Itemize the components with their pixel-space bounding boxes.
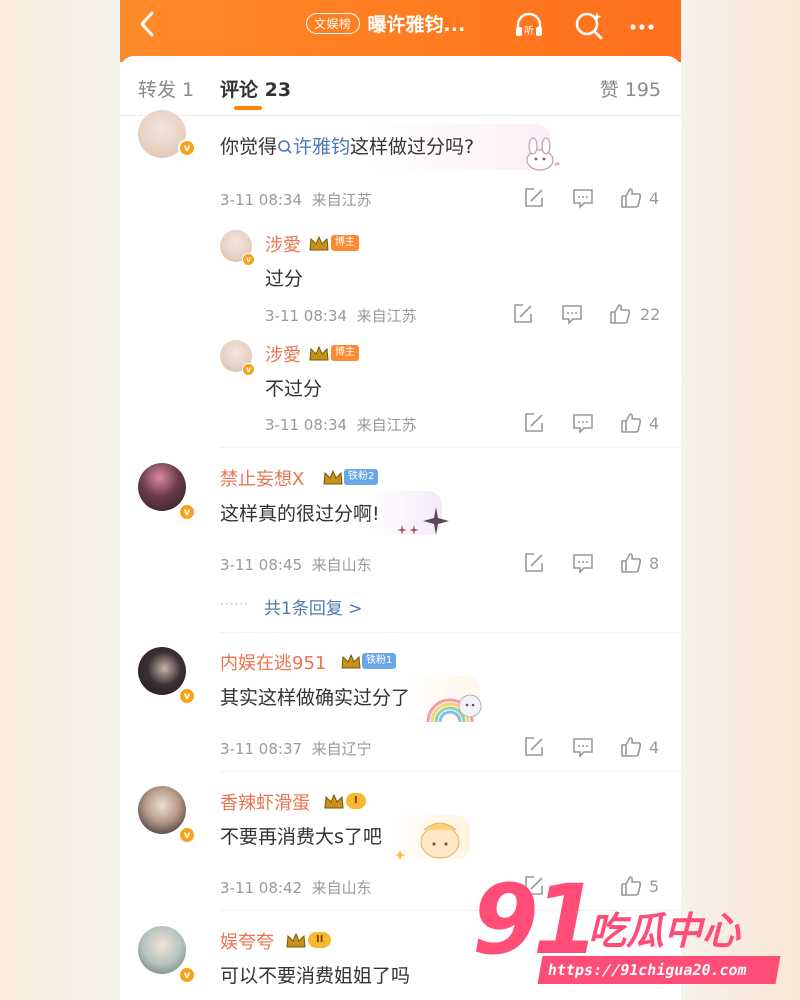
comment-time-location: 3-11 08:45 来自山东 <box>220 556 372 574</box>
search-icon <box>278 140 292 154</box>
blogger-badge: 博主 <box>331 345 359 361</box>
sparkle-icon <box>397 507 449 535</box>
crown-icon <box>309 235 329 251</box>
reply-text: 不过分 <box>265 378 323 400</box>
tab-comments[interactable]: 评论 23 <box>220 75 291 102</box>
like-count: 4 <box>649 414 660 433</box>
like-count: 8 <box>649 554 660 573</box>
fan-level-badge: II <box>308 932 332 948</box>
fan-level-badge: 铁粉1 <box>362 653 397 669</box>
crown-icon <box>324 793 344 809</box>
tab-repost[interactable]: 转发 1 <box>138 75 194 102</box>
listen-icon[interactable]: 听 <box>512 8 546 42</box>
comment-text: 你觉得 许雅钧这样做过分吗? <box>220 136 475 158</box>
username[interactable]: 娱夸夸 <box>220 928 274 954</box>
svg-text:听: 听 <box>524 25 534 37</box>
verified-icon: v <box>178 139 196 157</box>
verified-icon: v <box>242 253 255 266</box>
comment-time-location: 3-11 08:34 来自江苏 <box>220 191 372 209</box>
watermark-name: 吃瓜中心 <box>588 909 741 953</box>
search-icon[interactable] <box>572 8 606 42</box>
repost-icon[interactable] <box>522 186 546 210</box>
more-options-icon[interactable] <box>625 8 659 42</box>
comment-icon[interactable] <box>571 186 595 210</box>
username[interactable]: 涉愛 <box>265 341 301 367</box>
username[interactable]: 禁止妄想X <box>220 465 304 491</box>
reply-time-location: 3-11 08:34 来自江苏 <box>265 307 417 325</box>
sticker-icon <box>396 822 460 860</box>
fan-level-badge: I <box>346 793 366 809</box>
crown-icon <box>323 469 343 485</box>
like-icon[interactable] <box>619 551 643 575</box>
fan-level-badge: 铁粉2 <box>344 469 379 485</box>
like-count: 4 <box>649 738 660 757</box>
comment-time-location: 3-11 08:37 来自辽宁 <box>220 740 372 758</box>
repost-icon[interactable] <box>522 551 546 575</box>
username[interactable]: 内娱在逃951 <box>220 649 326 675</box>
divider <box>220 632 681 633</box>
repost-icon[interactable] <box>522 411 546 435</box>
repost-icon[interactable] <box>522 735 546 759</box>
like-count: 4 <box>649 189 660 208</box>
avatar[interactable] <box>138 926 186 974</box>
blogger-badge: 博主 <box>331 235 359 251</box>
top-bar: 文娱榜 曝许雅钧... 听 <box>120 0 681 62</box>
crown-icon <box>286 932 306 948</box>
comment-icon[interactable] <box>571 735 595 759</box>
back-arrow-icon[interactable] <box>134 9 164 39</box>
comment-text: 可以不要消费姐姐了吗 <box>220 965 411 987</box>
crown-icon <box>341 653 361 669</box>
rainbow-sheep-sticker-icon <box>426 694 482 723</box>
watermark-url: https://91chigua20.com <box>537 956 781 984</box>
verified-icon: v <box>178 687 196 705</box>
active-tab-indicator <box>234 106 262 110</box>
tab-likes[interactable]: 赞 195 <box>600 75 661 102</box>
bunny-sticker-icon <box>526 137 560 171</box>
comment-text: 其实这样做确实过分了 <box>220 687 411 709</box>
comment-text: 这样真的很过分啊! <box>220 503 380 525</box>
verified-icon: v <box>178 826 196 844</box>
reply-dots: ······ <box>220 597 249 611</box>
repost-icon[interactable] <box>511 302 535 326</box>
reply-text: 过分 <box>265 268 304 290</box>
avatar[interactable] <box>138 647 186 695</box>
crown-icon <box>309 345 329 361</box>
like-icon[interactable] <box>619 186 643 210</box>
avatar[interactable] <box>138 786 186 834</box>
divider <box>220 447 681 448</box>
comment-icon[interactable] <box>571 411 595 435</box>
phone-screen: 文娱榜 曝许雅钧... 听 转发 1 评论 23 赞 195 v 你觉得 许雅钧… <box>120 0 681 1000</box>
verified-icon: v <box>178 503 196 521</box>
comment-time-location: 3-11 08:42 来自山东 <box>220 879 372 897</box>
like-icon[interactable] <box>619 411 643 435</box>
tab-bar: 转发 1 评论 23 赞 195 <box>120 56 681 116</box>
site-watermark: 91 吃瓜中心 https://91chigua20.com <box>470 864 790 992</box>
verified-icon: v <box>178 966 196 984</box>
divider <box>220 771 681 772</box>
username[interactable]: 涉愛 <box>265 231 301 257</box>
topic-search-link[interactable]: 许雅钧 <box>277 136 350 158</box>
comment-text: 不要再消费大s了吧 <box>220 826 382 848</box>
topic-badge: 文娱榜 <box>306 13 360 34</box>
comment-icon[interactable] <box>571 551 595 575</box>
like-count: 22 <box>640 305 661 324</box>
username[interactable]: 香辣虾滑蛋 <box>220 789 310 815</box>
view-replies-link[interactable]: 共1条回复 > <box>264 594 362 619</box>
comment-icon[interactable] <box>560 302 584 326</box>
like-icon[interactable] <box>619 735 643 759</box>
reply-time-location: 3-11 08:34 来自江苏 <box>265 416 417 434</box>
like-icon[interactable] <box>608 302 632 326</box>
verified-icon: v <box>242 363 255 376</box>
header-title-group[interactable]: 文娱榜 曝许雅钧... <box>306 10 465 37</box>
avatar[interactable] <box>138 463 186 511</box>
page-title: 曝许雅钧... <box>367 14 466 36</box>
